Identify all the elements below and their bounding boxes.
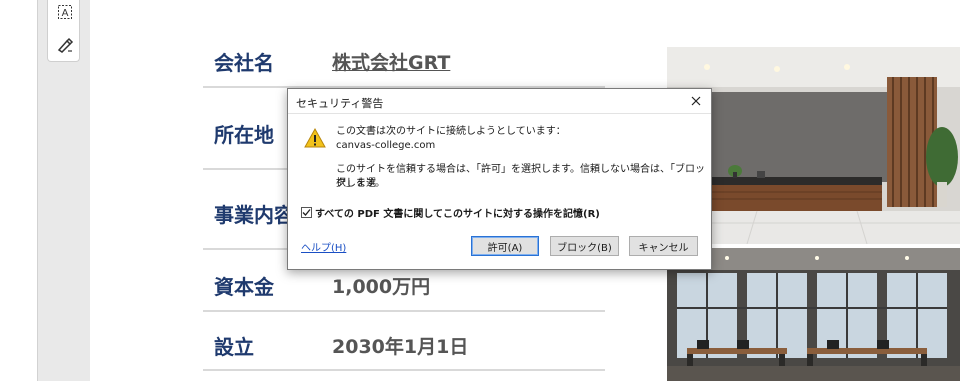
row-divider: [203, 369, 605, 371]
row-divider: [203, 310, 605, 312]
label-address: 所在地: [214, 123, 274, 147]
label-founded: 設立: [214, 335, 254, 359]
tool-strip: A: [47, 0, 80, 62]
pdf-viewer: 会社名 株式会社GRT 所在地 事業内容 資本金 1,000万円 設立 2030…: [0, 0, 960, 381]
sign-pen-icon[interactable]: [56, 36, 74, 54]
left-navigation-panel: [0, 0, 38, 381]
allow-button[interactable]: 許可(A): [471, 236, 539, 256]
dialog-message: この文書は次のサイトに接続しようとしています：: [336, 126, 566, 137]
dialog-instruction: このサイトを信頼する場合は、「許可」を選択します。信頼しない場合は、「ブロック」…: [336, 164, 705, 189]
svg-text:A: A: [62, 8, 69, 19]
remember-checkbox-row[interactable]: すべての PDF 文書に関してこのサイトに対する操作を記憶(R): [301, 205, 600, 220]
block-button[interactable]: ブロック(B): [550, 236, 619, 256]
dialog-instruction-cont: 択します。: [336, 178, 385, 189]
checkmark-icon: [302, 209, 311, 216]
remember-checkbox[interactable]: [301, 207, 312, 218]
close-icon[interactable]: [687, 92, 705, 110]
label-business: 事業内容: [214, 203, 294, 227]
value-capital: 1,000万円: [332, 276, 431, 298]
text-box-select-icon[interactable]: A: [56, 3, 74, 21]
value-company-name: 株式会社GRT: [332, 52, 451, 74]
security-warning-dialog: セキュリティ警告 この文書は次のサイトに接続しようとしています： canvas-…: [287, 88, 712, 270]
dialog-site: canvas-college.com: [336, 140, 436, 151]
dialog-title: セキュリティ警告: [296, 97, 384, 110]
remember-checkbox-label: すべての PDF 文書に関してこのサイトに対する操作を記憶(R): [315, 209, 600, 220]
cancel-button[interactable]: キャンセル: [629, 236, 698, 256]
dialog-title-divider: [288, 113, 711, 114]
warning-icon: [304, 127, 326, 148]
label-capital: 資本金: [214, 275, 274, 299]
label-company-name: 会社名: [214, 51, 274, 75]
help-link[interactable]: ヘルプ(H): [301, 239, 346, 254]
value-founded: 2030年1月1日: [332, 336, 469, 358]
